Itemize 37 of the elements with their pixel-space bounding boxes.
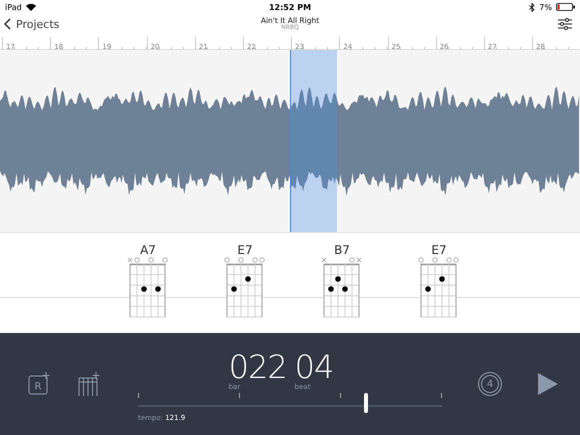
bluetooth-icon [529, 2, 536, 12]
waveform-drawing[interactable] [0, 50, 580, 232]
beat-counter: 04 [294, 350, 334, 382]
bar-number: 23 [294, 43, 304, 51]
chord-diagram-drawing [321, 256, 363, 318]
bar-number: 24 [342, 43, 352, 51]
bar-number: 26 [438, 43, 449, 51]
bar-number: 19 [101, 43, 112, 51]
bar-number: 17 [5, 43, 15, 51]
battery-icon [556, 3, 575, 11]
add-chord-grid-icon[interactable] [78, 372, 100, 396]
chord-name: A7 [140, 244, 156, 256]
status-time: 12:52 PM [268, 2, 312, 12]
chord-name: E7 [431, 244, 447, 256]
chord-diagram-drawing [224, 256, 266, 318]
chord-diagram-drawing [127, 256, 169, 318]
bar-number: 20 [150, 43, 160, 51]
bar-number: 21 [198, 43, 208, 51]
chord-name: E7 [237, 244, 253, 256]
settings-icon[interactable] [558, 18, 572, 30]
chord-diagram-drawing [418, 256, 460, 318]
play-icon[interactable] [538, 373, 558, 395]
chord-name: B7 [334, 244, 350, 256]
chevron-left-icon [4, 18, 11, 30]
timeline-ruler[interactable]: 17 18 19 20 21 22 23 24 25 26 27 28 [0, 34, 580, 50]
bar-counter: 022 [228, 350, 287, 382]
tempo-slider[interactable] [138, 392, 442, 412]
bar-number: 27 [486, 43, 497, 51]
battery-percent: 7% [539, 2, 552, 12]
bar-number: 25 [390, 43, 400, 51]
bar-number: 18 [53, 43, 64, 51]
bar-number: 22 [246, 43, 256, 51]
bar-number: 28 [535, 43, 545, 51]
device-name: iPad [5, 2, 22, 12]
count-in-button[interactable]: 4 [478, 372, 502, 396]
back-button[interactable]: Projects [4, 18, 60, 30]
wifi-icon [26, 3, 36, 11]
